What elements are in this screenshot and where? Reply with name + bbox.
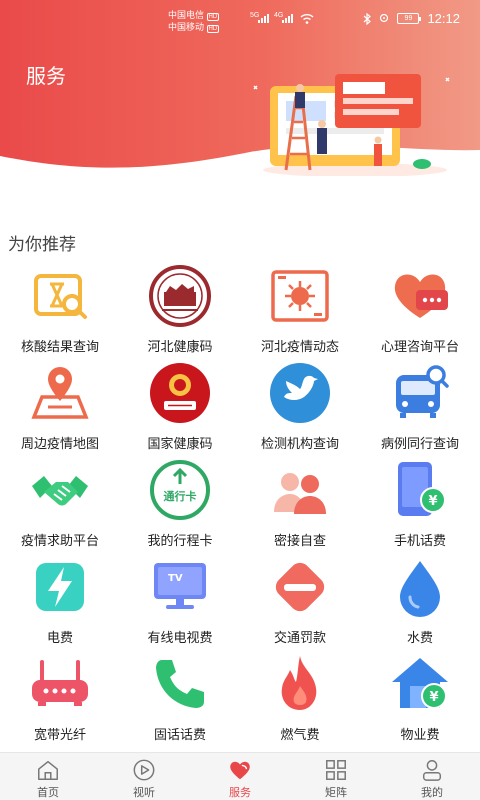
- service-label: 电费: [46, 630, 73, 645]
- bluetooth-icon: [364, 12, 372, 25]
- home-icon: [38, 760, 58, 780]
- service-label: 宽带光纤: [33, 727, 86, 742]
- handshake-icon: [32, 476, 88, 506]
- bottom-tab-bar: 首页 视听 服务 矩阵 我的: [0, 752, 480, 800]
- carrier-2: 中国移动: [168, 22, 205, 32]
- service-tile[interactable]: 心理咨询平台: [360, 262, 480, 359]
- service-label: 有线电视费: [147, 630, 213, 645]
- wifi-icon: [300, 14, 314, 24]
- tab-services[interactable]: 服务: [192, 753, 288, 800]
- service-tile[interactable]: 水费: [360, 553, 480, 650]
- service-label: 检测机构查询: [260, 436, 339, 451]
- bus-search-icon: [396, 365, 449, 418]
- house-yuan-icon: ¥: [392, 658, 448, 709]
- svg-text:TV: TV: [168, 573, 183, 584]
- service-tile[interactable]: 通行卡 我的行程卡: [120, 456, 240, 553]
- status-bar: 中国电信 HD 中国移动 HD 5G 4G 99 12:12: [0, 0, 480, 36]
- service-tile[interactable]: 病例同行查询: [360, 359, 480, 456]
- service-label: 河北健康码: [147, 339, 213, 354]
- service-label: 病例同行查询: [380, 436, 459, 451]
- map-pin-icon: [31, 367, 89, 419]
- hebei-emblem-icon: [149, 265, 211, 327]
- phone-bill-icon: ¥: [398, 462, 446, 516]
- service-tile[interactable]: ¥ 手机话费: [360, 456, 480, 553]
- service-label: 水费: [406, 630, 433, 645]
- grid-icon: [326, 760, 346, 780]
- tab-label: 视听: [133, 787, 155, 799]
- section-title: 为你推荐: [8, 235, 76, 254]
- service-tile[interactable]: 检测机构查询: [240, 359, 360, 456]
- service-label: 固话话费: [153, 727, 206, 742]
- signal-icon: [258, 14, 269, 23]
- location-icon: [380, 13, 389, 22]
- travel-card-icon: 通行卡: [150, 460, 210, 520]
- contacts-icon: [274, 473, 326, 514]
- battery-icon: 99: [397, 13, 422, 24]
- service-tile[interactable]: 河北疫情动态: [240, 262, 360, 359]
- service-tile[interactable]: 电费: [0, 553, 120, 650]
- service-tile[interactable]: 周边疫情地图: [0, 359, 120, 456]
- hd-badge: HD: [206, 13, 220, 21]
- carrier-info: 中国电信 HD 中国移动 HD: [168, 10, 220, 34]
- national-emblem-icon: [150, 363, 210, 423]
- service-label: 周边疫情地图: [20, 436, 99, 451]
- svg-text:通行卡: 通行卡: [164, 489, 197, 503]
- service-tile[interactable]: TV 有线电视费: [120, 553, 240, 650]
- svg-text:¥: ¥: [429, 690, 438, 705]
- svg-text:¥: ¥: [428, 494, 437, 509]
- service-label: 交通罚款: [273, 630, 326, 645]
- service-tile[interactable]: 交通罚款: [240, 553, 360, 650]
- tab-label: 矩阵: [325, 787, 347, 799]
- service-tile[interactable]: 密接自查: [240, 456, 360, 553]
- service-label: 核酸结果查询: [20, 339, 99, 354]
- service-label: 国家健康码: [147, 436, 213, 451]
- hd-badge: HD: [206, 25, 220, 33]
- play-icon: [133, 759, 155, 781]
- signal-icon: [282, 14, 293, 23]
- service-illustration: [253, 74, 450, 176]
- tab-label: 服务: [229, 787, 251, 799]
- status-time: 12:12: [427, 11, 460, 26]
- user-icon: [422, 760, 442, 781]
- service-tile[interactable]: 燃气费: [240, 650, 360, 747]
- service-tile[interactable]: ¥ 物业费: [360, 650, 480, 747]
- header-banner: 中国电信 HD 中国移动 HD 5G 4G 99 12:12 服务: [0, 0, 480, 200]
- service-label: 燃气费: [280, 727, 320, 742]
- service-grid: 核酸结果查询 河北健康码 河北疫情动态 心理咨询平台 周边疫情地图 国家健康码 …: [0, 262, 480, 747]
- router-icon: [32, 660, 88, 706]
- service-tile[interactable]: 国家健康码: [120, 359, 240, 456]
- heart-icon: [230, 761, 250, 780]
- tab-video[interactable]: 视听: [96, 753, 192, 800]
- service-tile[interactable]: 核酸结果查询: [0, 262, 120, 359]
- carrier-1: 中国电信: [168, 10, 205, 20]
- tv-icon: TV: [154, 563, 206, 609]
- tab-matrix[interactable]: 矩阵: [288, 753, 384, 800]
- service-tile[interactable]: 固话话费: [120, 650, 240, 747]
- nucleic-test-icon: [34, 274, 87, 319]
- page-title: 服务: [26, 66, 66, 88]
- service-tile[interactable]: 宽带光纤: [0, 650, 120, 747]
- service-label: 手机话费: [393, 533, 446, 548]
- heart-chat-icon: [394, 274, 448, 318]
- water-drop-icon: [400, 561, 440, 617]
- virus-icon: [271, 270, 329, 322]
- service-label: 疫情求助平台: [20, 533, 99, 548]
- service-label: 物业费: [400, 727, 440, 742]
- tab-mine[interactable]: 我的: [384, 753, 480, 800]
- service-label: 密接自查: [273, 533, 326, 548]
- bird-icon: [270, 363, 330, 423]
- service-tile[interactable]: 疫情求助平台: [0, 456, 120, 553]
- tab-home[interactable]: 首页: [0, 753, 96, 800]
- service-tile[interactable]: 河北健康码: [120, 262, 240, 359]
- service-label: 河北疫情动态: [260, 339, 339, 354]
- lightning-icon: [36, 563, 84, 611]
- flame-icon: [281, 656, 317, 710]
- telephone-icon: [156, 660, 204, 708]
- tab-label: 我的: [421, 787, 443, 799]
- service-label: 我的行程卡: [147, 533, 213, 548]
- tab-label: 首页: [37, 787, 59, 799]
- service-label: 心理咨询平台: [380, 339, 459, 354]
- traffic-fine-icon: [275, 562, 325, 612]
